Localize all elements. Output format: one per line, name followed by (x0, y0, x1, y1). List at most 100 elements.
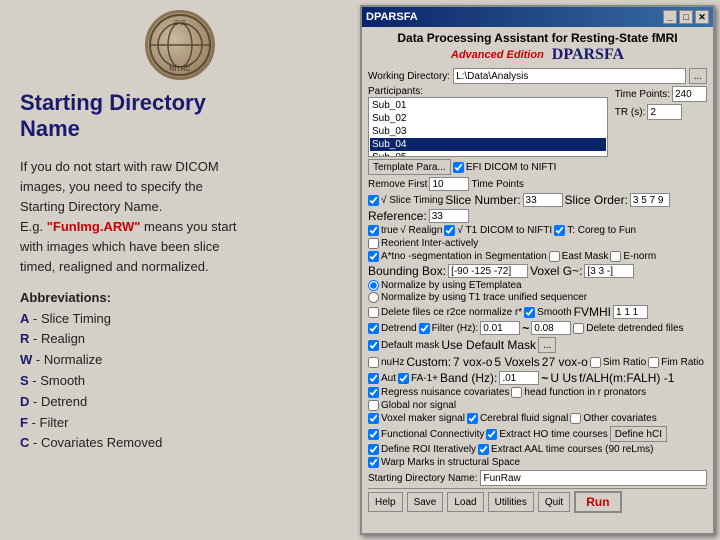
voxel-checkbox[interactable] (368, 413, 379, 424)
aut-band-row: Aut FA-1+ Band (Hz): ~ U Us f/ALH(m:FALH… (368, 371, 707, 385)
norm-etemplate-radio[interactable] (368, 280, 379, 291)
sim-ratio-item: Sim Ratio (590, 357, 646, 368)
tr-input[interactable] (647, 104, 682, 120)
bounding-box-row: Bounding Box: Voxel G~: (368, 264, 707, 278)
reference-input[interactable] (429, 209, 469, 223)
save-button[interactable]: Save (407, 492, 444, 512)
fa-checkbox[interactable] (398, 373, 409, 384)
fim-ratio-checkbox[interactable] (648, 357, 659, 368)
title-block: Starting Directory Name (15, 90, 206, 143)
t1-realign-item: T: Coreg to Fun (554, 225, 636, 236)
filter-checkbox[interactable] (419, 323, 430, 334)
starting-dir-input[interactable] (480, 470, 707, 486)
warp-checkbox[interactable] (368, 457, 379, 468)
template-para-btn[interactable]: Template Para... (368, 159, 451, 175)
working-dir-browse-btn[interactable]: ... (689, 68, 707, 84)
nuhz-checkbox[interactable] (368, 357, 379, 368)
cerebral-checkbox[interactable] (467, 413, 478, 424)
maximize-button[interactable]: □ (679, 10, 693, 24)
aal-checkbox[interactable] (478, 444, 489, 455)
nuisance-row: nuHz Custom: 7 vox-o 5 Voxels 27 vox-o S… (368, 355, 707, 369)
eft-dicom-checkbox[interactable] (453, 162, 464, 173)
norm-unified-item: Normalize by using T1 trace unified sequ… (368, 292, 707, 303)
use-default-mask-btn[interactable]: ... (538, 337, 556, 353)
delete-files-checkbox[interactable] (368, 307, 379, 318)
vwm-label: 7 vox-o (453, 355, 492, 369)
list-item[interactable]: Sub_03 (370, 125, 606, 138)
extract-ho-checkbox[interactable] (486, 429, 497, 440)
east-mask-checkbox[interactable] (549, 251, 560, 262)
list-item[interactable]: Sub_05 (370, 151, 606, 157)
other-checkbox[interactable] (570, 413, 581, 424)
smooth-item: Smooth (524, 307, 571, 318)
delete-smooth-row: Delete files ce r2ce normalize r* Smooth… (368, 305, 707, 319)
slice-timing-checkbox[interactable] (368, 195, 379, 206)
slice-order-input[interactable] (630, 193, 670, 207)
abbrev-w: W - Normalize (20, 350, 162, 371)
other-label: Other covariates (583, 413, 656, 424)
help-button[interactable]: Help (368, 492, 403, 512)
close-button[interactable]: ✕ (695, 10, 709, 24)
filter-low-input[interactable] (480, 321, 520, 335)
remove-first-label: Remove First (368, 179, 427, 190)
e-norm-label: E-norm (623, 251, 656, 262)
time-points-label2: Time Points (471, 179, 523, 190)
norm-unified-radio[interactable] (368, 292, 379, 303)
list-item[interactable]: Sub_04 (370, 138, 606, 151)
east-mask-label: East Mask (562, 251, 609, 262)
run-button[interactable]: Run (574, 491, 621, 513)
realign-checkbox[interactable] (368, 225, 379, 236)
aal-item: Extract AAL time courses (90 reLms) (478, 444, 653, 455)
vox-input[interactable] (584, 264, 634, 278)
roi-checkbox[interactable] (368, 444, 379, 455)
t1-realign-checkbox[interactable] (554, 225, 565, 236)
head-checkbox[interactable] (511, 387, 522, 398)
warp-label: Warp Marks in structural Space (381, 457, 520, 468)
default-mask-label: Default mask (381, 340, 439, 351)
t1-dicom-checkbox[interactable] (444, 225, 455, 236)
reorient-checkbox[interactable] (368, 238, 379, 249)
advanced-edition-label: Advanced Edition (451, 49, 544, 61)
working-dir-input[interactable] (453, 68, 686, 84)
abbreviations-section: Abbreviations: A - Slice Timing R - Real… (15, 290, 162, 455)
fwhm-input[interactable] (613, 305, 648, 319)
regress-checkbox[interactable] (368, 387, 379, 398)
delete-detrended-checkbox[interactable] (573, 323, 584, 334)
default-mask-checkbox[interactable] (368, 340, 379, 351)
global-label: Global nor signal (381, 400, 456, 411)
tilde-symbol: ~ (522, 321, 529, 335)
list-item[interactable]: Sub_02 (370, 112, 606, 125)
time-points-input[interactable] (672, 86, 707, 102)
sim-ratio-checkbox[interactable] (590, 357, 601, 368)
sim-ratio-label: Sim Ratio (603, 357, 646, 368)
remove-first-input[interactable] (429, 177, 469, 191)
filter-high-input[interactable] (531, 321, 571, 335)
minimize-button[interactable]: _ (663, 10, 677, 24)
global-checkbox[interactable] (368, 400, 379, 411)
fc-checkbox[interactable] (368, 429, 379, 440)
list-item[interactable]: Sub_01 (370, 99, 606, 112)
abbrev-a: A - Slice Timing (20, 309, 162, 330)
bb-input[interactable] (448, 264, 528, 278)
aut-checkbox[interactable] (368, 373, 379, 384)
abbrev-s: S - Smooth (20, 371, 162, 392)
realign-text: √ Realign (400, 225, 442, 236)
slice-number-input[interactable] (523, 193, 563, 207)
svg-text:NITRC: NITRC (169, 66, 190, 73)
e-norm-checkbox[interactable] (610, 251, 621, 262)
utilities-button[interactable]: Utilities (488, 492, 534, 512)
delete-files-item: Delete files ce r2ce normalize r* (368, 307, 522, 318)
load-button[interactable]: Load (447, 492, 483, 512)
participants-listbox[interactable]: Sub_01 Sub_02 Sub_03 Sub_04 Sub_05 Sub_0… (368, 97, 608, 157)
t1-dicom-item: √ T1 DICOM to NIFTI (444, 225, 552, 236)
band-input[interactable] (499, 371, 539, 385)
smooth-checkbox[interactable] (524, 307, 535, 318)
segment-checkbox[interactable] (368, 251, 379, 262)
define-hci-btn[interactable]: Define hCI (610, 426, 667, 442)
detrend-checkbox[interactable] (368, 323, 379, 334)
quit-button[interactable]: Quit (538, 492, 570, 512)
normalize-group: Normalize by using ETemplatea Normalize … (368, 280, 707, 303)
filter-label: Filter (Hz): (432, 323, 479, 334)
mask-row: Default mask Use Default Mask ... (368, 337, 707, 353)
regress-row: Regress nuisance covariates head functio… (368, 387, 707, 411)
